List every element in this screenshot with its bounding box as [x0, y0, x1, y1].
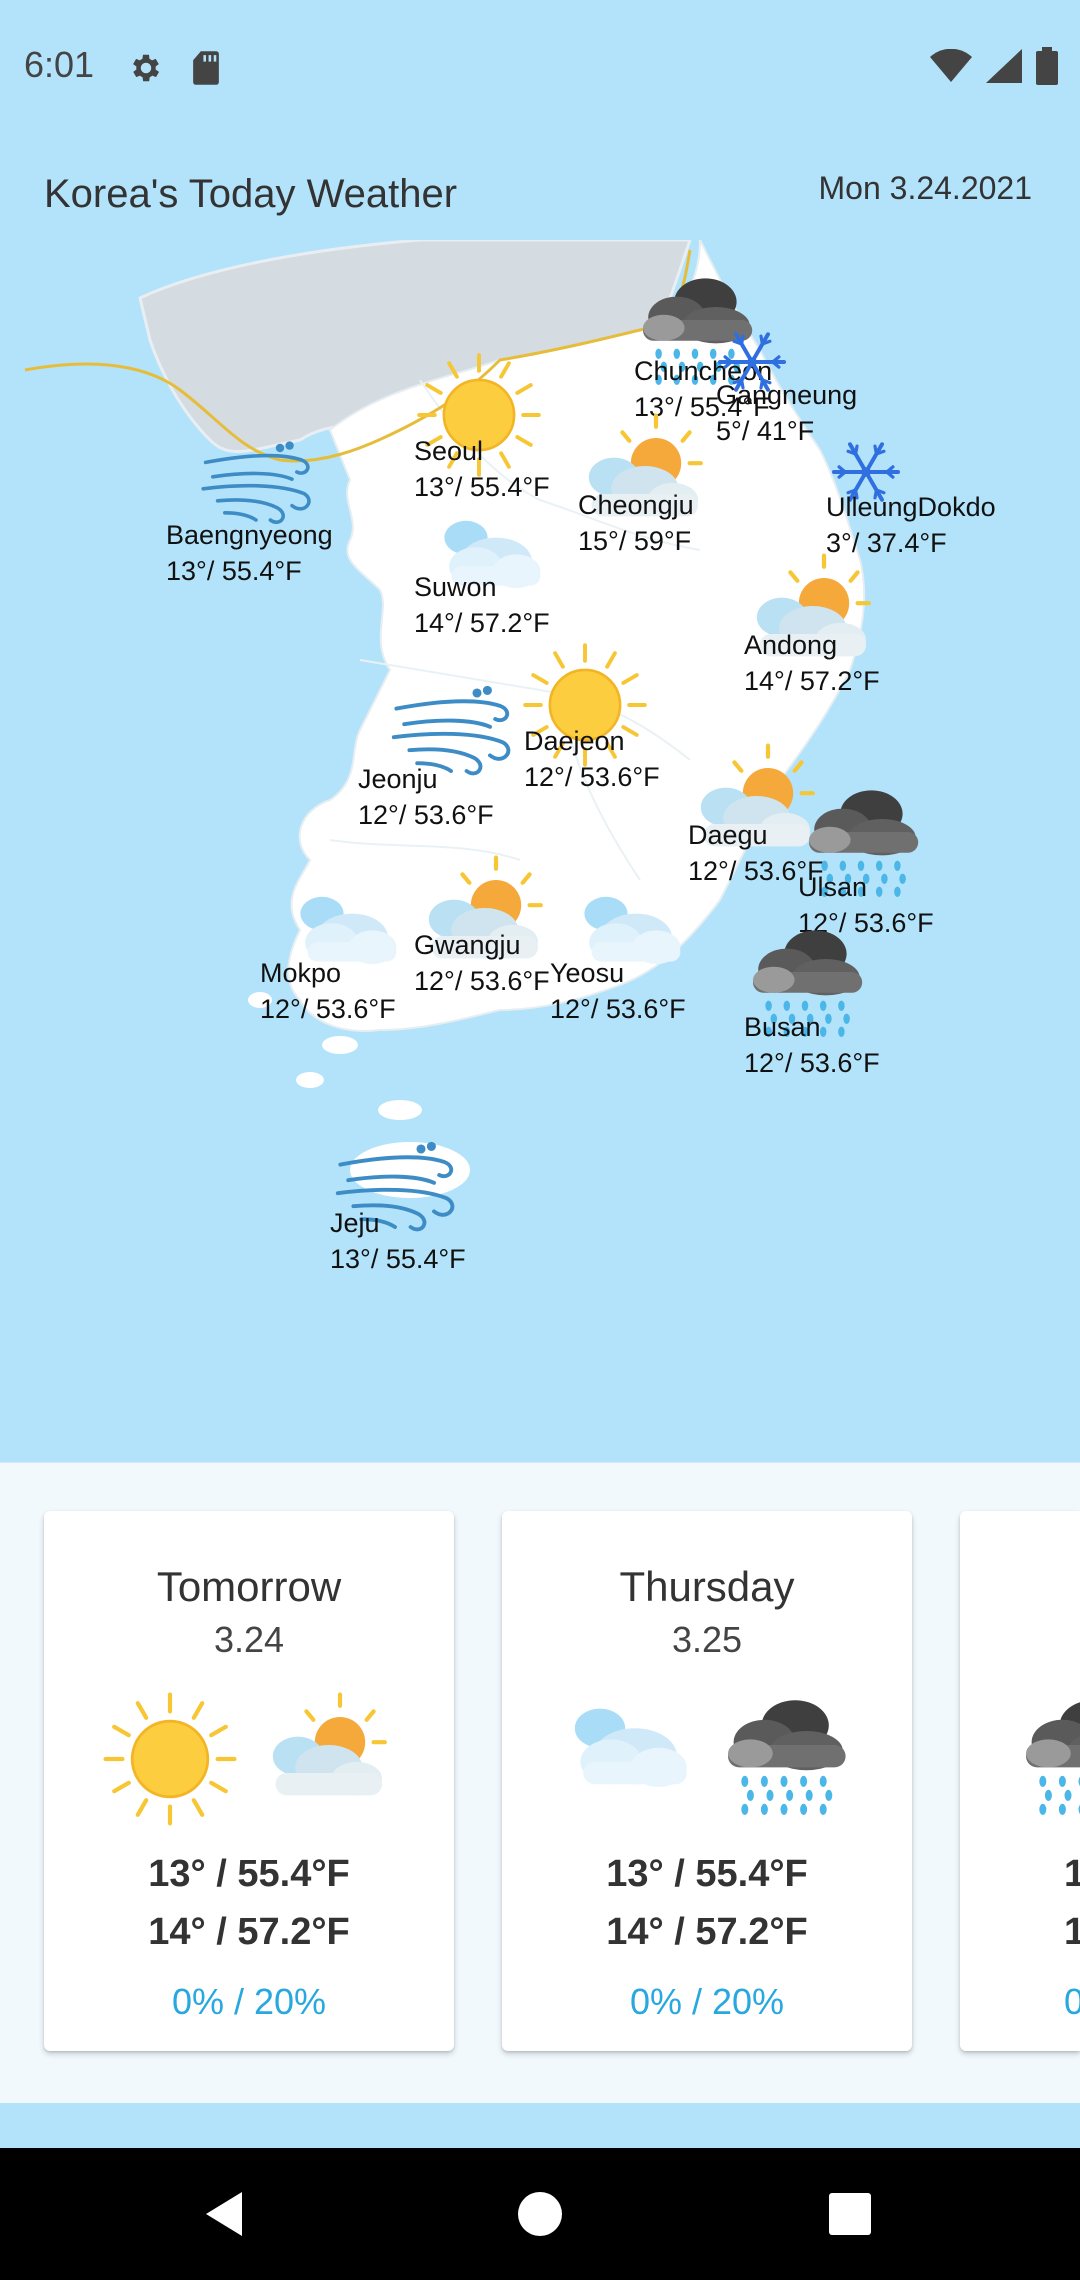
back-icon[interactable]	[196, 2184, 256, 2244]
city-temperature: 5°/ 41°F	[716, 416, 815, 446]
forecast-rain-chance: 0	[1064, 1981, 1080, 2022]
city-name: Gwangju	[414, 930, 521, 960]
city-name: Ulsan	[798, 872, 868, 902]
forecast-card-tomorrow[interactable]: Tomorrow 3.24 13° / 55.4°F 14° / 57.2°F …	[44, 1511, 454, 2051]
forecast-temp-low: 1	[1064, 1911, 1080, 1953]
city-temperature: 12°/ 53.6°F	[358, 800, 494, 830]
city-name: Andong	[744, 630, 838, 660]
city-name: Jeonju	[358, 764, 438, 794]
forecast-am-icon-cloudy	[558, 1689, 698, 1799]
forecast-rain-chance: 0% / 20%	[171, 1981, 327, 2022]
city-temperature: 14°/ 57.2°F	[414, 608, 550, 638]
system-nav-bar	[0, 2148, 1080, 2280]
city-name: Daejeon	[524, 726, 625, 756]
city-temperature: 12°/ 53.6°F	[524, 762, 660, 792]
city-temperature: 13°/ 55.4°F	[166, 556, 302, 586]
forecast-date: 3.24	[213, 1619, 285, 1660]
city-temperature: 13°/ 55.4°F	[330, 1244, 466, 1274]
city-weather-icon-partly-cloudy	[412, 852, 552, 983]
city-name: Busan	[744, 1012, 821, 1042]
home-icon[interactable]	[510, 2184, 570, 2244]
city-name: Daegu	[688, 820, 768, 850]
current-date: Mon 3.24.2021	[818, 170, 1033, 206]
forecast-temp-high: 1	[1064, 1853, 1080, 1895]
status-time: 6:01	[24, 44, 95, 85]
forecast-rain-chance: 0% / 20%	[629, 1981, 785, 2022]
page-title: Korea's Today Weather	[44, 172, 458, 216]
city-name: Gangneung	[716, 380, 858, 410]
city-name: Baengnyeong	[166, 520, 333, 550]
forecast-am-icon-sun	[100, 1689, 240, 1834]
signal-icon	[986, 49, 1022, 83]
city-temperature: 15°/ 59°F	[578, 526, 692, 556]
status-bar: 6:01	[0, 0, 1080, 132]
city-weather-icon-partly-cloudy	[740, 550, 880, 681]
forecast-temp-high: 13° / 55.4°F	[148, 1853, 350, 1895]
forecast-day: Tomorrow	[156, 1563, 342, 1610]
forecast-pm-icon-rain-cloud	[714, 1689, 854, 1834]
forecast-day: Thursday	[619, 1563, 795, 1610]
city-temperature: 13°/ 55.4°F	[414, 472, 550, 502]
city-temperature: 12°/ 53.6°F	[260, 994, 396, 1024]
city-temperature: 12°/ 53.6°F	[414, 966, 550, 996]
city-name: Cheongju	[578, 490, 694, 520]
forecast-panel[interactable]: Tomorrow 3.24 13° / 55.4°F 14° / 57.2°F …	[0, 1462, 1080, 2103]
wifi-icon	[930, 49, 972, 82]
city-name: Seoul	[414, 436, 484, 466]
city-temperature: 12°/ 53.6°F	[550, 994, 686, 1024]
city-temperature: 14°/ 57.2°F	[744, 666, 880, 696]
forecast-temp-high: 13° / 55.4°F	[606, 1853, 808, 1895]
city-name: Suwon	[414, 572, 497, 602]
city-name: Jeju	[330, 1208, 380, 1238]
city-name: Yeosu	[550, 958, 625, 988]
forecast-card-partial[interactable]: 1 1 0	[960, 1511, 1080, 2051]
forecast-am-icon-rain-cloud	[1012, 1689, 1080, 1834]
gear-icon	[133, 54, 160, 82]
battery-icon	[1036, 47, 1058, 85]
city-name: UlleungDokdo	[826, 492, 996, 522]
city-weather-icon-partly-cloudy	[572, 410, 712, 541]
forecast-temp-low: 14° / 57.2°F	[606, 1911, 808, 1953]
city-name: Mokpo	[260, 958, 342, 988]
recents-icon[interactable]	[820, 2184, 880, 2244]
city-temperature: 12°/ 53.6°F	[744, 1048, 880, 1078]
forecast-pm-icon-partly-cloudy	[256, 1689, 396, 1820]
forecast-date: 3.25	[671, 1619, 743, 1660]
weather-map: Chuncheon 13°/ 55.4°F Gangneung 5°/ 41°F Seo…	[0, 240, 1080, 1280]
forecast-temp-low: 14° / 57.2°F	[148, 1911, 350, 1953]
forecast-card-thursday[interactable]: Thursday 3.25 13° / 55.4°F 14° / 57.2°F …	[502, 1511, 912, 2051]
sd-card-icon	[193, 51, 219, 85]
